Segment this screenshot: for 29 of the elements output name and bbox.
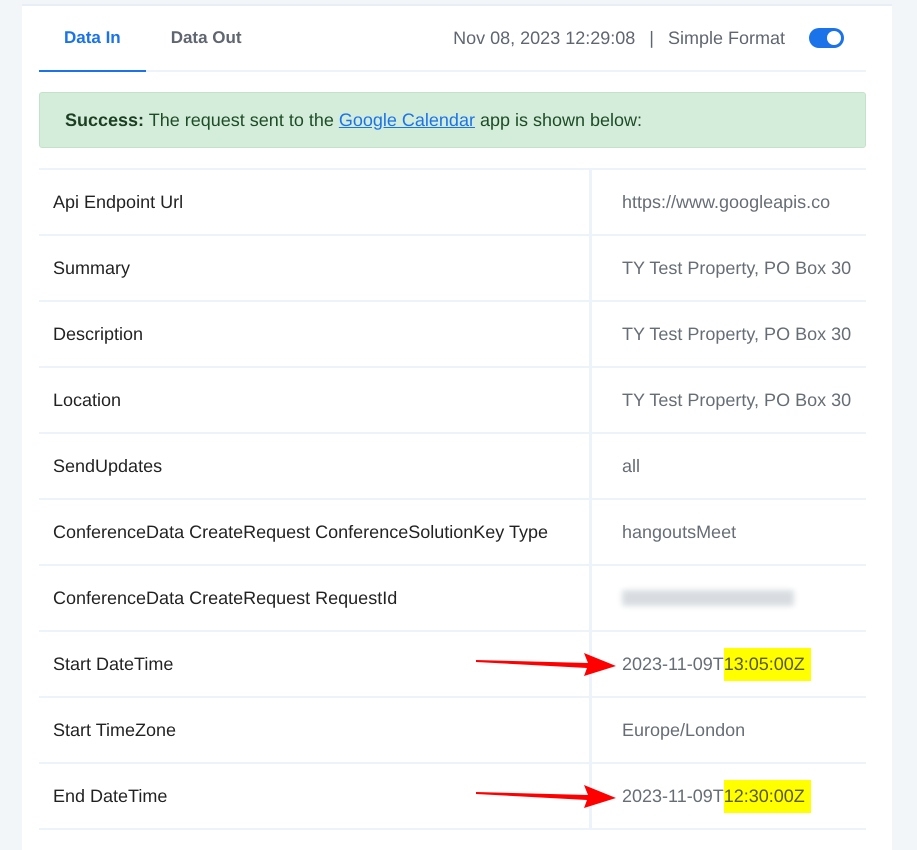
toggle-label: Simple Format [668,28,785,48]
field-value: TY Test Property, PO Box 30 [622,390,852,410]
field-value: hangoutsMeet [622,522,736,542]
toggle-switch[interactable] [809,28,844,48]
field-label: ConferenceData CreateRequest ConferenceSolutionKey Type [53,522,548,542]
field-value: TY Test Property, PO Box 30 [622,324,852,344]
field-label: SendUpdates [53,456,162,476]
field-label: Summary [53,258,130,278]
field-value: TY Test Property, PO Box 30 [622,258,852,278]
banner-message: Success: The request sent to the Google Calendar app is shown below: [65,110,642,130]
field-label: ConferenceData CreateRequest RequestId [53,588,398,608]
field-value: Europe/London [622,720,746,740]
field-value: 2023-11-09T [622,654,724,674]
tab[interactable]: Data In [39,6,146,72]
field-label: Start TimeZone [53,720,176,740]
field-value: https://www.googleapis.co [622,192,830,212]
field-value: 2023-11-09T [622,786,724,806]
tab[interactable]: Data Out [146,6,267,72]
field-label: End DateTime [53,786,168,806]
highlighted-value: 12:30:00Z [724,780,811,812]
separator: | [649,28,654,48]
field-label: Api Endpoint Url [53,192,184,212]
field-value: all [622,456,640,476]
field-label: Location [53,390,122,410]
app-link[interactable]: Google Calendar [338,110,475,130]
timestamp: Nov 08, 2023 12:29:08 [453,28,636,48]
highlighted-value: 13:05:00Z [724,648,811,680]
field-label: Start DateTime [53,654,174,674]
field-label: Description [53,324,144,344]
